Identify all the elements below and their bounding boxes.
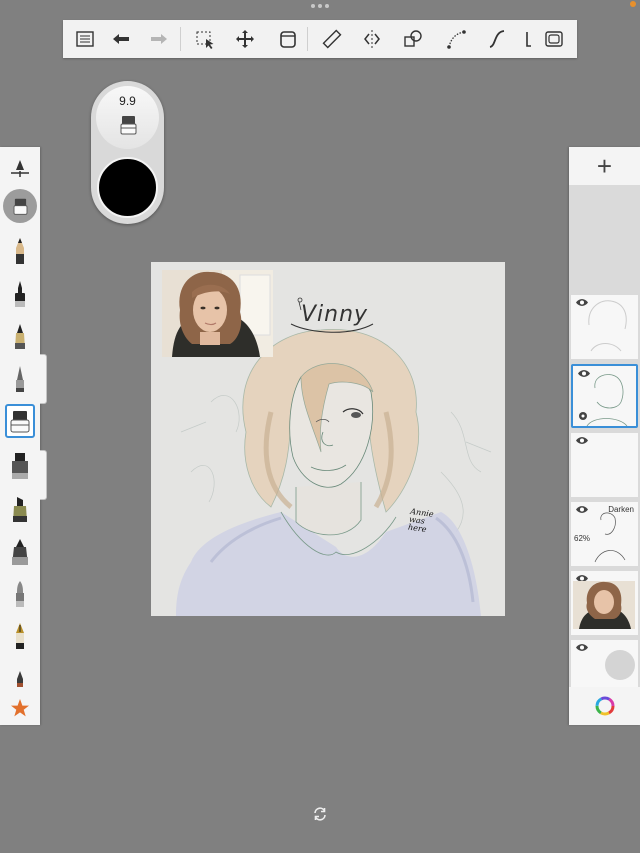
toolbar-divider: [180, 27, 181, 51]
layer-empty[interactable]: [571, 433, 638, 497]
pencil-icon: [16, 238, 24, 264]
redo-icon[interactable]: [147, 27, 171, 51]
paint-brush[interactable]: [5, 449, 35, 483]
smudge-icon: [16, 581, 24, 607]
add-layer-button[interactable]: +: [569, 147, 640, 185]
stroke-icon[interactable]: [485, 27, 509, 51]
layer-sketch-top[interactable]: [571, 295, 638, 359]
brush-panel-tab-upper[interactable]: [40, 354, 47, 404]
chisel-marker-brush[interactable]: [5, 492, 35, 526]
recording-indicator: [630, 1, 636, 7]
pencil-brush[interactable]: [5, 234, 35, 268]
layer-panel: + Darken 62%: [569, 147, 640, 725]
marker-brush[interactable]: [5, 319, 35, 353]
brush-size-label: 9.9: [119, 94, 136, 108]
selection-icon[interactable]: [193, 27, 217, 51]
fill-bucket-icon[interactable]: [276, 27, 300, 51]
current-brush-preview[interactable]: [3, 189, 37, 223]
layer-thumbnail: [594, 512, 626, 563]
background-color-swatch[interactable]: [605, 650, 635, 680]
fullscreen-icon[interactable]: [542, 27, 566, 51]
dropper-icon: [17, 671, 23, 687]
airbrush-icon: [16, 366, 24, 392]
layer-photo[interactable]: [571, 571, 638, 635]
eraser-icon: [13, 198, 27, 215]
reference-photo[interactable]: [162, 270, 273, 357]
transform-icon[interactable]: [233, 27, 257, 51]
toolbar-divider: [307, 27, 308, 51]
undo-icon[interactable]: [109, 27, 133, 51]
brush-palette: [0, 147, 40, 725]
paint-brush-icon: [12, 453, 28, 479]
large-marker-brush[interactable]: [5, 535, 35, 569]
chisel-marker-icon: [13, 497, 27, 522]
large-marker-icon: [12, 539, 28, 565]
signature-text: Annie was here: [407, 506, 435, 535]
fountain-pen-icon: [16, 623, 24, 649]
portrait-image: [162, 270, 273, 357]
main-toolbar: [63, 20, 577, 58]
brush-panel-tab-lower[interactable]: [40, 450, 47, 500]
ink-pen-icon: [15, 281, 25, 307]
layer-thumbnail: [573, 581, 635, 629]
dropper-brush[interactable]: [5, 661, 35, 695]
brush-size-control[interactable]: 9.9: [96, 86, 159, 149]
layer-thumbnail: [579, 374, 628, 426]
perspective-icon[interactable]: [522, 27, 536, 51]
eraser-brush[interactable]: [5, 404, 35, 438]
eraser-icon: [10, 411, 30, 433]
color-wheel-button[interactable]: [569, 687, 640, 725]
layers-list-icon[interactable]: [73, 27, 97, 51]
ink-pen-brush[interactable]: [5, 277, 35, 311]
sync-icon[interactable]: [312, 806, 328, 822]
canvas-title-text: Vinny: [301, 302, 369, 327]
color-wheel-icon: [595, 696, 614, 716]
opacity-slider-icon[interactable]: [7, 157, 33, 179]
color-swatch[interactable]: [97, 157, 158, 218]
favorite-star-brush[interactable]: [5, 691, 35, 725]
fountain-pen-brush[interactable]: [5, 619, 35, 653]
star-icon: [11, 699, 29, 717]
shapes-icon[interactable]: [401, 27, 425, 51]
drawing-canvas[interactable]: Vinny Annie was here: [151, 262, 505, 616]
ruler-icon[interactable]: [320, 27, 344, 51]
symmetry-icon[interactable]: [360, 27, 384, 51]
smudge-brush[interactable]: [5, 577, 35, 611]
eye-icon[interactable]: [575, 436, 589, 445]
eraser-icon: [120, 116, 137, 135]
layer-thumbnail: [588, 300, 627, 352]
eye-icon[interactable]: [575, 643, 589, 652]
layer-darken[interactable]: Darken 62%: [571, 502, 638, 566]
airbrush-brush[interactable]: [5, 362, 35, 396]
multitask-handle[interactable]: [311, 4, 329, 12]
layer-line-art[interactable]: [571, 364, 638, 428]
curve-icon[interactable]: [445, 27, 469, 51]
marker-icon: [15, 324, 25, 349]
brush-puck[interactable]: 9.9: [91, 81, 164, 224]
